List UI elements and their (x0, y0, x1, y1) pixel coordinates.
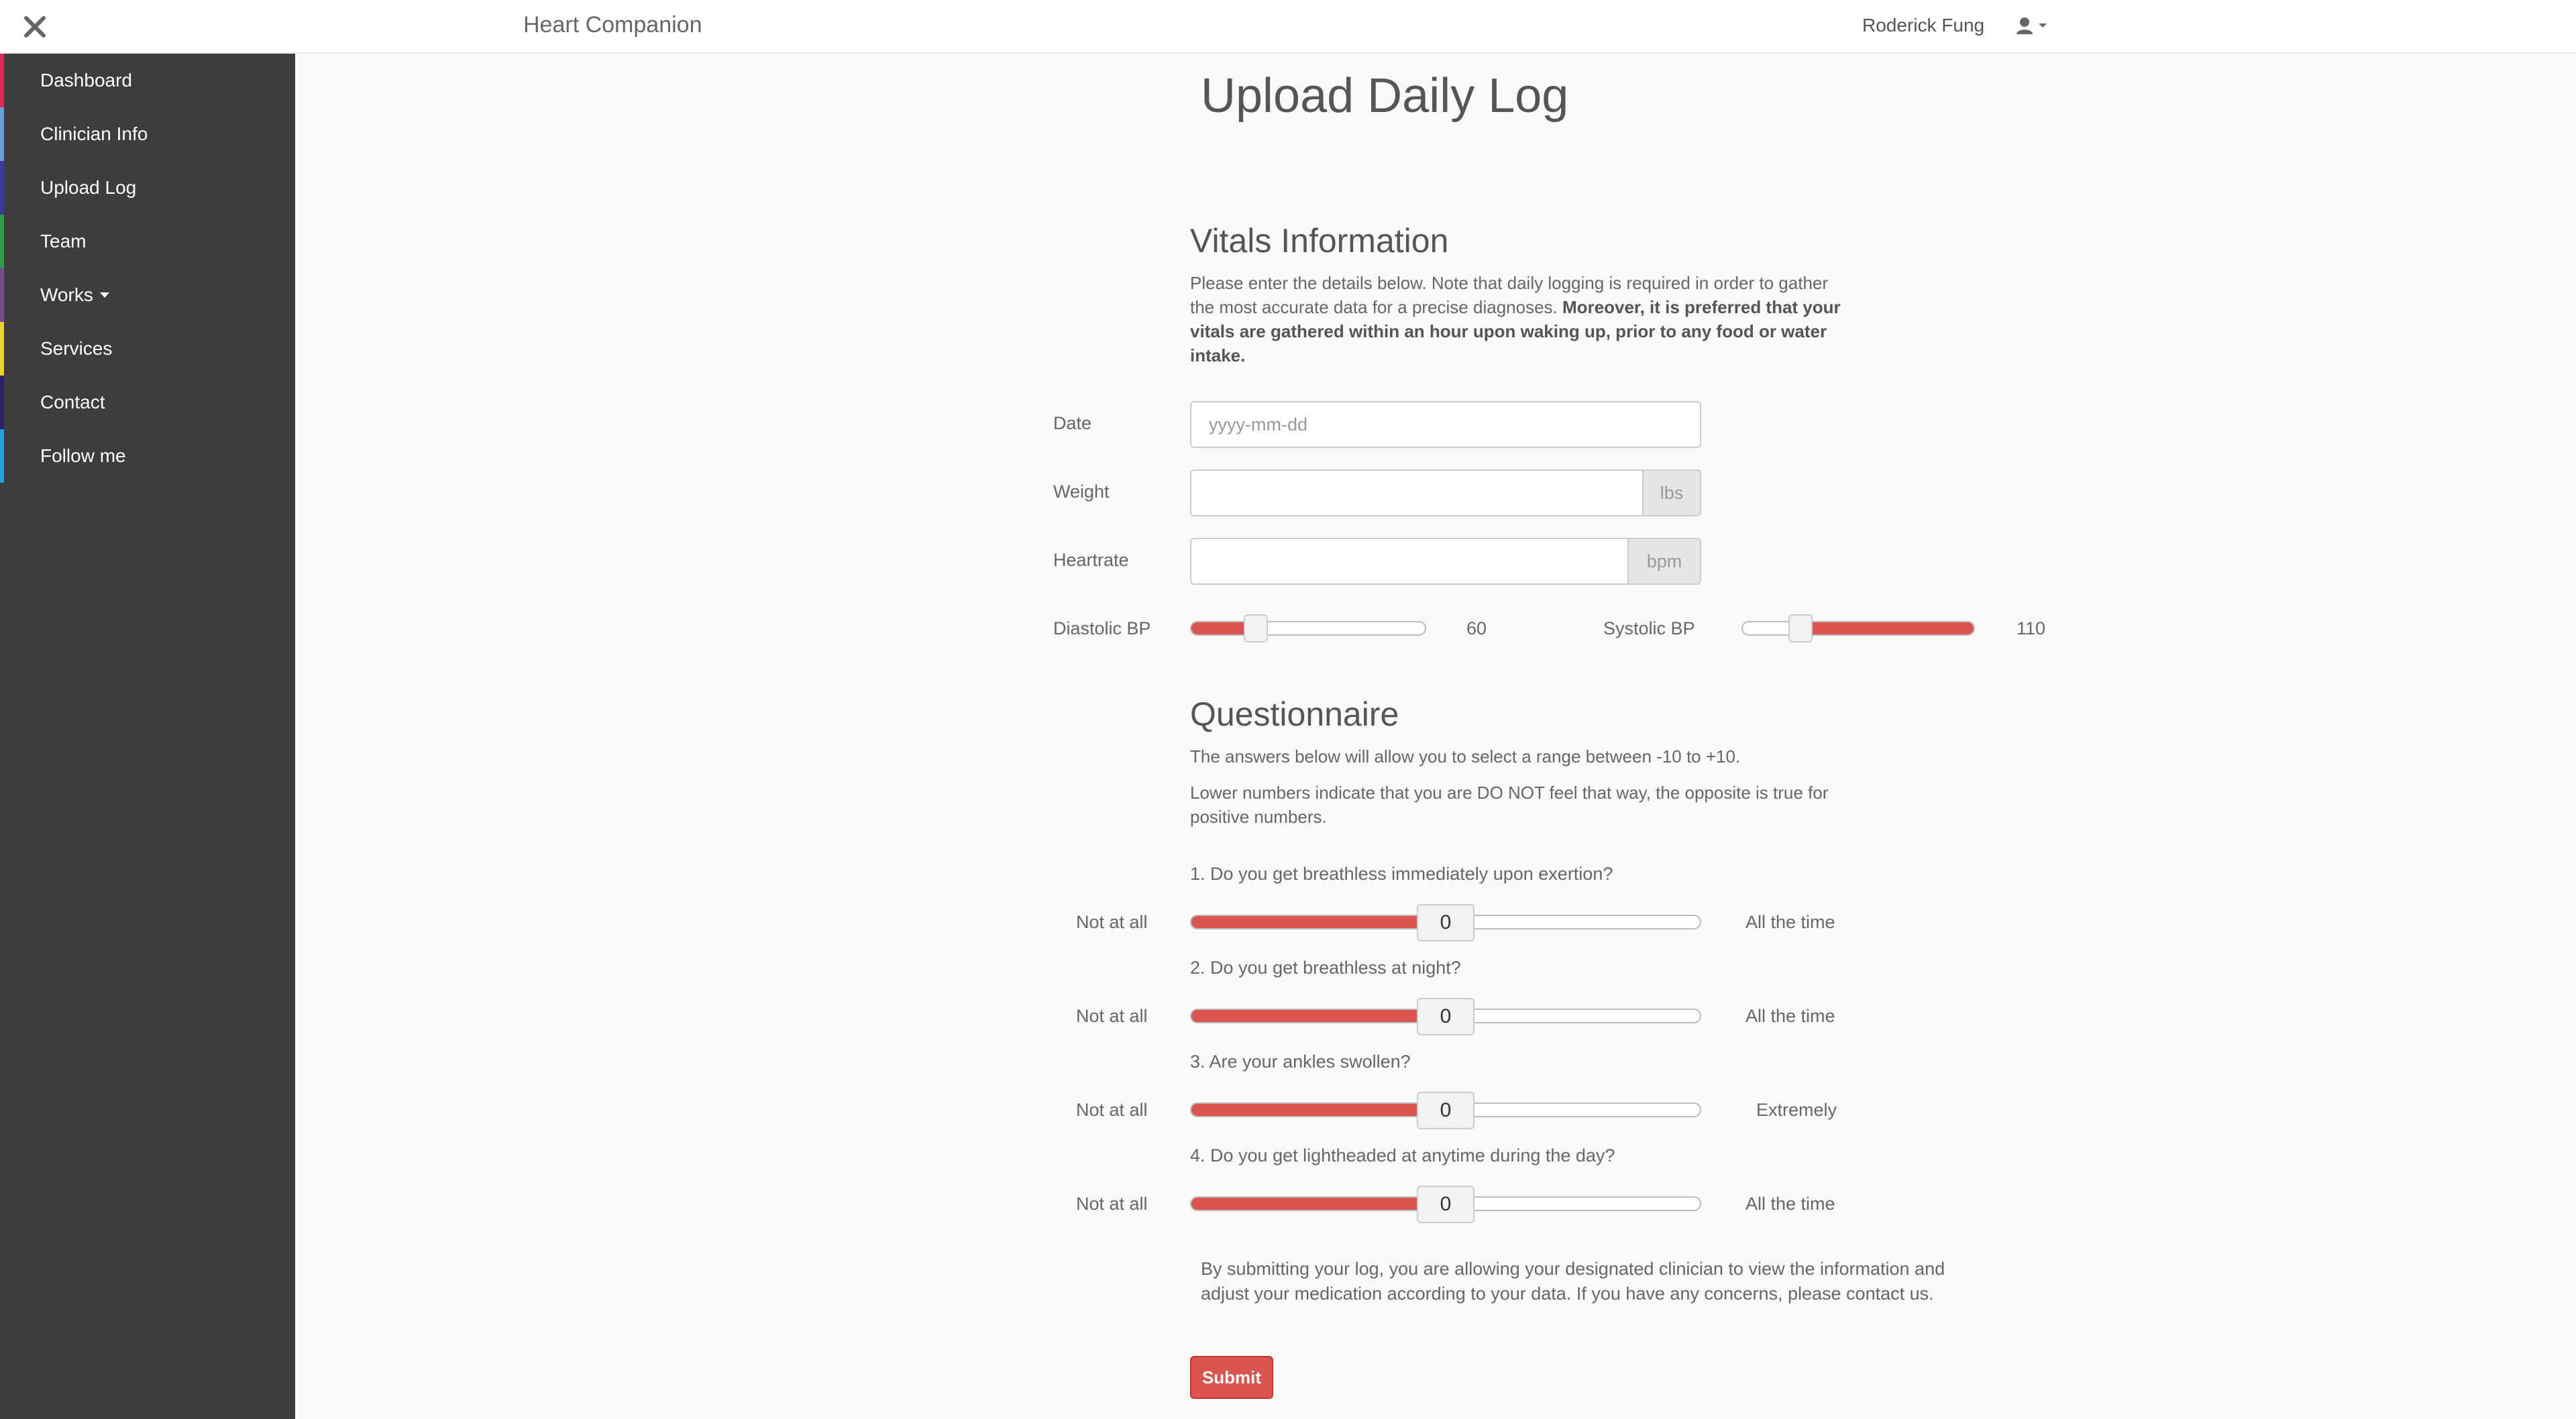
sidebar-item-label: Follow me (40, 445, 126, 466)
user-icon (2017, 17, 2033, 34)
slider-handle[interactable] (1244, 614, 1268, 642)
systolic-value: 110 (2017, 618, 2046, 638)
sidebar-item-follow-me[interactable]: Follow me (0, 429, 295, 483)
slider-fill (1191, 1010, 1446, 1022)
heartrate-input[interactable] (1190, 538, 1629, 585)
question-4-slider[interactable]: 0 (1190, 1186, 1701, 1223)
slider-handle[interactable]: 0 (1417, 998, 1474, 1035)
date-label: Date (1053, 413, 1092, 433)
slider-fill (1191, 1198, 1446, 1210)
sidebar-item-label: Dashboard (40, 70, 132, 91)
sidebar: Dashboard Clinician Info Upload Log Team… (0, 54, 295, 1419)
sidebar-item-label: Works (40, 284, 93, 305)
sidebar-stripe (0, 268, 4, 322)
sidebar-stripe (0, 429, 4, 483)
diastolic-value: 60 (1466, 618, 1487, 638)
vitals-heading: Vitals Information (1190, 222, 1449, 260)
questionnaire-note: Lower numbers indicate that you are DO N… (1190, 783, 1829, 827)
slider-handle[interactable]: 0 (1417, 904, 1474, 942)
scale-high-label: All the time (1746, 1006, 1835, 1026)
weight-label: Weight (1053, 481, 1110, 502)
questionnaire-intro: The answers below will allow you to sele… (1190, 746, 1741, 767)
question-4: 4. Do you get lightheaded at anytime dur… (1190, 1145, 1615, 1166)
question-3: 3. Are your ankles swollen? (1190, 1052, 1411, 1072)
scale-high-label: All the time (1746, 912, 1835, 932)
slider-handle[interactable]: 0 (1417, 1186, 1474, 1223)
weight-input[interactable] (1190, 469, 1644, 516)
vitals-intro: Please enter the details below. Note tha… (1190, 271, 1847, 367)
chevron-down-icon (2039, 23, 2047, 27)
question-1-slider[interactable]: 0 (1190, 904, 1701, 942)
diastolic-label: Diastolic BP (1053, 618, 1151, 638)
scale-low-label: Not at all (1076, 1194, 1148, 1214)
top-navbar: Heart Companion Roderick Fung (0, 0, 2576, 54)
page-title: Upload Daily Log (1201, 69, 1569, 123)
sidebar-item-dashboard[interactable]: Dashboard (0, 54, 295, 107)
sidebar-item-clinician-info[interactable]: Clinician Info (0, 107, 295, 161)
sidebar-item-label: Clinician Info (40, 123, 148, 144)
heartrate-unit-addon: bpm (1627, 538, 1701, 585)
sidebar-stripe (0, 107, 4, 161)
sidebar-item-upload-log[interactable]: Upload Log (0, 161, 295, 215)
sidebar-item-works[interactable]: Works (0, 268, 295, 322)
diastolic-slider[interactable] (1190, 614, 1426, 642)
sidebar-item-contact[interactable]: Contact (0, 376, 295, 429)
scale-high-label: All the time (1746, 1194, 1835, 1214)
slider-fill (1191, 1104, 1446, 1116)
app-brand[interactable]: Heart Companion (523, 12, 702, 38)
slider-handle[interactable] (1788, 614, 1813, 642)
scale-high-label: Extremely (1756, 1100, 1837, 1120)
question-1: 1. Do you get breathless immediately upo… (1190, 864, 1613, 884)
submit-button[interactable]: Submit (1190, 1356, 1273, 1399)
scale-low-label: Not at all (1076, 912, 1148, 932)
user-menu-button[interactable] (2015, 12, 2047, 39)
consent-notice: By submitting your log, you are allowing… (1201, 1259, 1945, 1304)
scale-low-label: Not at all (1076, 1100, 1148, 1120)
sidebar-stripe (0, 322, 4, 376)
sidebar-item-label: Upload Log (40, 177, 137, 198)
scale-low-label: Not at all (1076, 1006, 1148, 1026)
question-2: 2. Do you get breathless at night? (1190, 958, 1461, 978)
slider-handle[interactable]: 0 (1417, 1092, 1474, 1129)
questionnaire-heading: Questionnaire (1190, 695, 1399, 733)
sidebar-stripe (0, 376, 4, 429)
systolic-slider[interactable] (1741, 614, 1975, 642)
sidebar-item-label: Contact (40, 392, 105, 412)
close-icon[interactable] (19, 11, 51, 43)
question-2-slider[interactable]: 0 (1190, 998, 1701, 1035)
date-input[interactable] (1190, 401, 1701, 448)
question-3-slider[interactable]: 0 (1190, 1092, 1701, 1129)
sidebar-item-team[interactable]: Team (0, 215, 295, 268)
sidebar-item-label: Services (40, 338, 113, 359)
heartrate-label: Heartrate (1053, 550, 1129, 570)
sidebar-item-services[interactable]: Services (0, 322, 295, 376)
slider-fill (1191, 916, 1446, 928)
sidebar-stripe (0, 215, 4, 268)
user-name: Roderick Fung (1862, 15, 1985, 36)
weight-unit-addon: lbs (1642, 469, 1701, 516)
systolic-label: Systolic BP (1603, 618, 1695, 638)
slider-fill (1801, 622, 1974, 634)
sidebar-item-label: Team (40, 231, 87, 251)
caret-down-icon (99, 292, 109, 298)
sidebar-stripe (0, 161, 4, 215)
sidebar-stripe (0, 54, 4, 107)
